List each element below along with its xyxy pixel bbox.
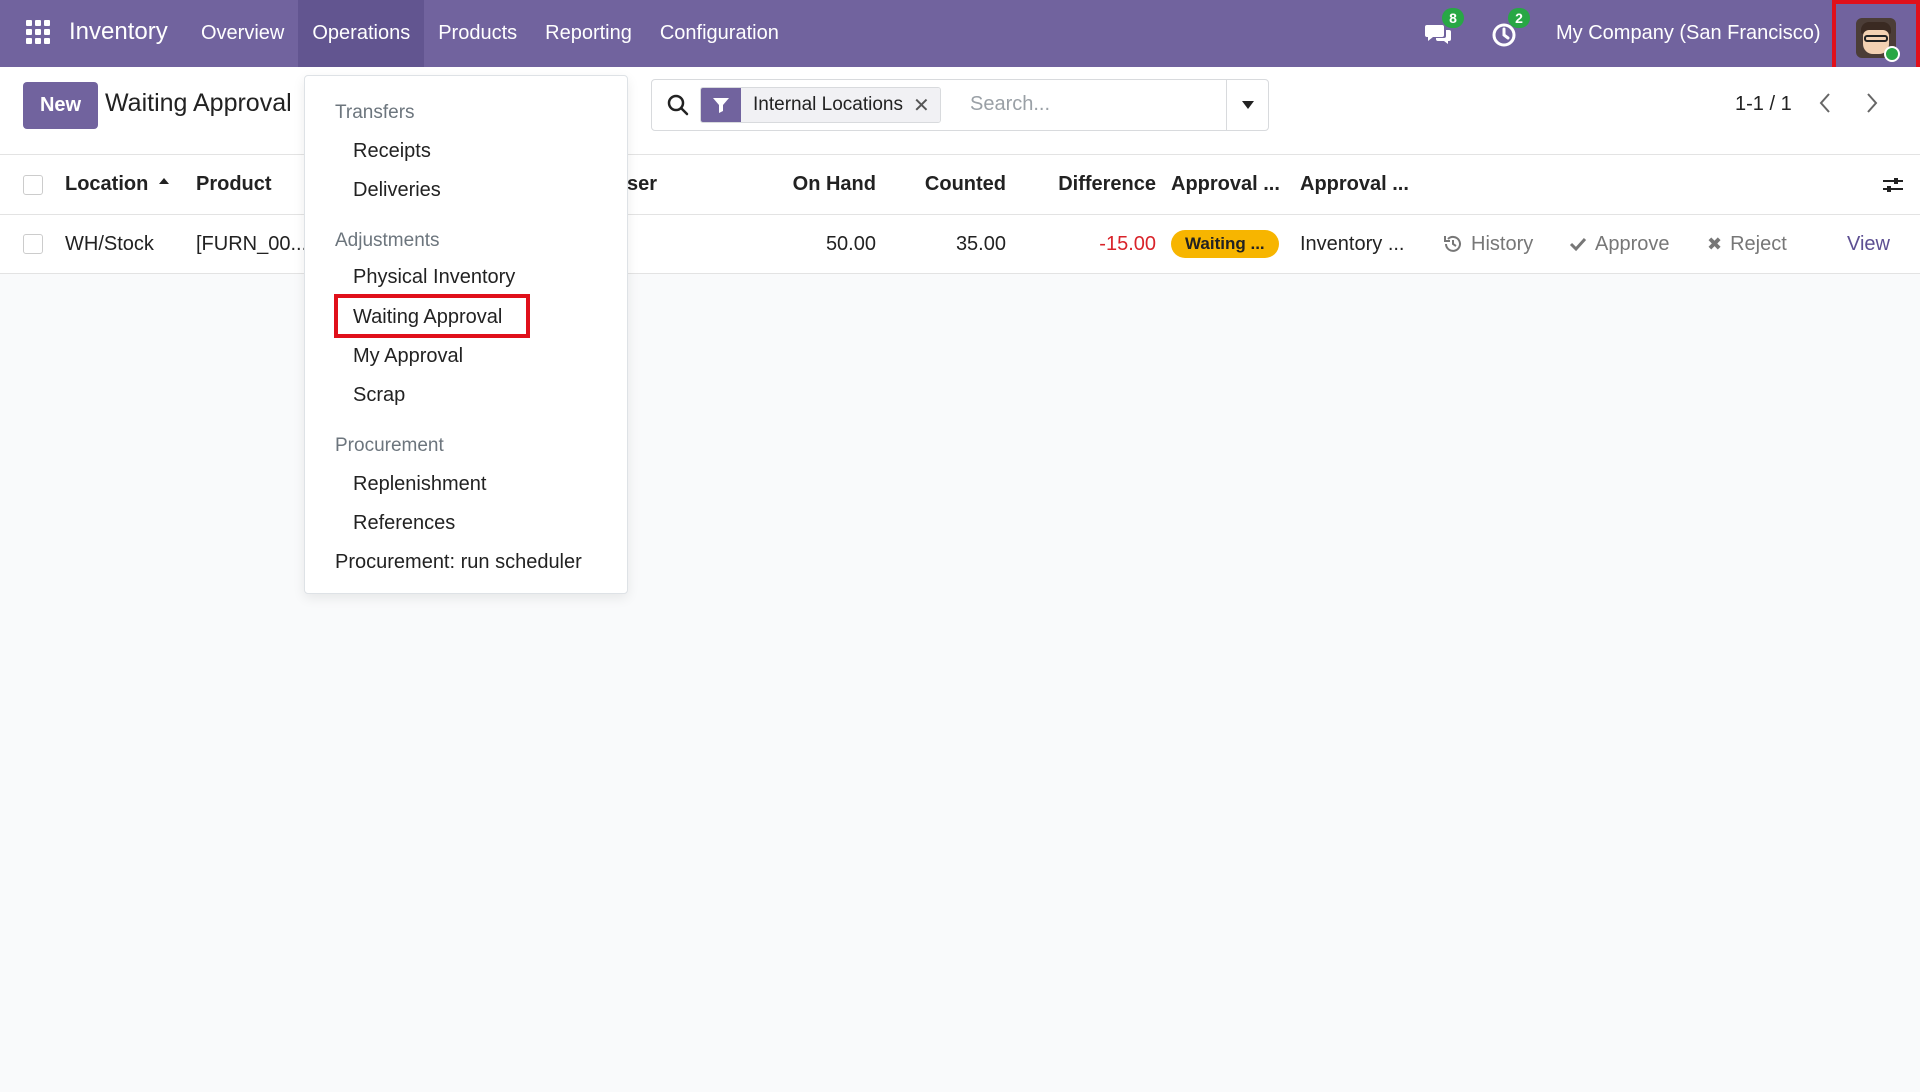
sort-ascending-icon <box>159 177 170 184</box>
apps-menu-icon[interactable] <box>26 20 50 44</box>
page-title: Waiting Approval <box>105 89 292 117</box>
activities-count-badge: 2 <box>1508 7 1530 28</box>
cell-on-hand: 50.00 <box>825 232 876 255</box>
control-panel: New Waiting Approval Internal Locations … <box>0 67 1920 155</box>
column-counted[interactable]: Counted <box>890 155 1006 214</box>
menu-item-scrap[interactable]: Scrap <box>353 384 405 407</box>
search-icon[interactable] <box>666 93 690 117</box>
table-header: Location Product ser On Hand Counted Dif… <box>0 155 1920 215</box>
list-view: Location Product ser On Hand Counted Dif… <box>0 155 1920 274</box>
reject-button[interactable]: ✖ Reject <box>1707 215 1787 273</box>
menu-item-references[interactable]: References <box>353 512 455 535</box>
user-menu[interactable] <box>1832 0 1920 76</box>
cell-counted: 35.00 <box>955 232 1006 255</box>
caret-down-icon <box>1241 101 1254 109</box>
pager-next-button[interactable] <box>1860 89 1884 117</box>
pager-value[interactable]: 1-1 / 1 <box>1735 93 1792 116</box>
menu-overview[interactable]: Overview <box>187 0 298 67</box>
column-difference[interactable]: Difference <box>1030 155 1156 214</box>
check-icon <box>1569 237 1587 252</box>
facet-remove-icon[interactable]: ✕ <box>913 88 940 122</box>
chevron-right-icon <box>1867 93 1878 113</box>
menu-item-physical-inventory[interactable]: Physical Inventory <box>353 266 515 289</box>
column-user[interactable]: ser <box>627 155 657 214</box>
facet-label: Internal Locations <box>741 88 913 122</box>
column-location[interactable]: Location <box>65 155 170 214</box>
optional-columns-toggle[interactable] <box>1882 155 1904 214</box>
column-approval-status[interactable]: Approval ... <box>1171 155 1280 214</box>
app-name[interactable]: Inventory <box>69 18 168 46</box>
activities-clock-icon[interactable]: 2 <box>1490 7 1530 48</box>
menu-configuration[interactable]: Configuration <box>646 0 793 67</box>
company-switcher[interactable]: My Company (San Francisco) <box>1556 22 1826 45</box>
chevron-left-icon <box>1819 93 1830 113</box>
cell-location: WH/Stock <box>65 232 154 255</box>
column-product[interactable]: Product <box>196 155 272 214</box>
main-menu: Overview Operations Products Reporting C… <box>187 0 793 67</box>
menu-item-run-scheduler[interactable]: Procurement: run scheduler <box>335 551 582 574</box>
messages-icon[interactable]: 8 <box>1424 7 1464 48</box>
systray: 8 2 My Company (San Francisco) <box>1424 0 1920 76</box>
menu-item-receipts[interactable]: Receipts <box>353 140 431 163</box>
view-button[interactable]: View <box>1847 215 1890 273</box>
section-header-adjustments: Adjustments <box>335 230 440 251</box>
column-on-hand[interactable]: On Hand <box>740 155 876 214</box>
messages-count-badge: 8 <box>1442 7 1464 28</box>
history-icon <box>1444 235 1461 252</box>
sliders-icon <box>1883 177 1903 192</box>
menu-products[interactable]: Products <box>424 0 531 67</box>
status-badge: Waiting ... <box>1171 230 1279 258</box>
menu-item-deliveries[interactable]: Deliveries <box>353 179 441 202</box>
filter-facet[interactable]: Internal Locations ✕ <box>700 87 941 123</box>
search-input[interactable]: Search... <box>970 93 1050 116</box>
search-bar[interactable]: Internal Locations ✕ Search... <box>651 79 1269 131</box>
operations-dropdown-menu: Transfers Receipts Deliveries Adjustment… <box>304 75 628 594</box>
select-all-checkbox[interactable] <box>23 174 43 195</box>
table-row[interactable]: WH/Stock [FURN_00... 50.00 35.00 -15.00 … <box>0 215 1920 274</box>
close-icon: ✖ <box>1707 233 1723 254</box>
section-header-transfers: Transfers <box>335 102 415 123</box>
menu-operations[interactable]: Operations <box>298 0 425 67</box>
online-status-icon <box>1884 45 1900 62</box>
pager-previous-button[interactable] <box>1813 89 1837 117</box>
cell-product: [FURN_00... <box>196 232 308 255</box>
filter-icon <box>701 88 741 122</box>
user-avatar[interactable] <box>1856 17 1900 62</box>
cell-difference: -15.00 <box>1099 232 1156 255</box>
cell-approval: Inventory ... <box>1300 232 1405 255</box>
menu-item-my-approval[interactable]: My Approval <box>353 345 463 368</box>
top-navbar: Inventory Overview Operations Products R… <box>0 0 1920 76</box>
section-header-procurement: Procurement <box>335 435 444 456</box>
new-button[interactable]: New <box>23 82 98 129</box>
menu-reporting[interactable]: Reporting <box>531 0 646 67</box>
menu-item-replenishment[interactable]: Replenishment <box>353 473 486 496</box>
search-options-toggle[interactable] <box>1226 80 1268 130</box>
highlight-box <box>334 294 530 338</box>
history-button[interactable]: History <box>1443 215 1533 273</box>
approve-button[interactable]: Approve <box>1569 215 1670 273</box>
column-approval[interactable]: Approval ... <box>1300 155 1409 214</box>
row-checkbox[interactable] <box>23 234 43 254</box>
